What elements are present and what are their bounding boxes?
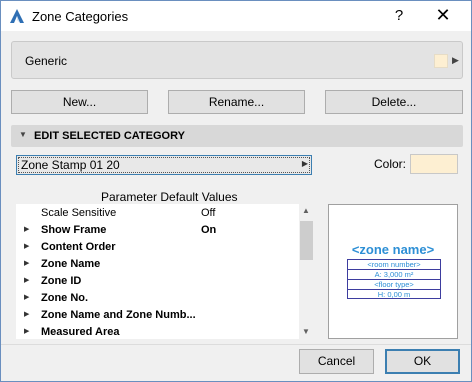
scroll-thumb[interactable]: [300, 221, 313, 260]
param-row-scale-sensitive[interactable]: Scale Sensitive Off: [16, 205, 298, 222]
expand-arrow-icon[interactable]: ▶: [24, 327, 29, 335]
preview-floor-type: <floor type>: [348, 280, 440, 290]
color-picker[interactable]: [410, 154, 458, 174]
zone-stamp-preview: <zone name> <room number> A: 3,000 m² <f…: [328, 204, 458, 339]
category-selector[interactable]: Generic ▶: [11, 41, 463, 79]
preview-area: A: 3,000 m²: [348, 270, 440, 280]
param-value[interactable]: On: [201, 224, 216, 236]
param-name: Zone ID: [41, 275, 82, 287]
chevron-right-icon: ▶: [301, 159, 308, 168]
param-name: Measured Area: [41, 326, 120, 338]
expand-arrow-icon[interactable]: ▶: [24, 276, 29, 284]
param-row-content-order[interactable]: ▶ Content Order: [16, 239, 298, 256]
dialog-title: Zone Categories: [32, 9, 129, 24]
help-button[interactable]: ?: [389, 7, 409, 24]
section-title: EDIT SELECTED CATEGORY: [34, 130, 185, 142]
expand-arrow-icon[interactable]: ▶: [24, 242, 29, 250]
cancel-button[interactable]: Cancel: [299, 349, 374, 374]
title-bar: Zone Categories ? ✕: [1, 1, 471, 31]
parameter-default-values-label: Parameter Default Values: [101, 190, 238, 204]
expand-arrow-icon[interactable]: ▶: [24, 259, 29, 267]
preview-room-number: <room number>: [348, 260, 440, 270]
param-row-show-frame[interactable]: ▶ Show Frame On: [16, 222, 298, 239]
archicad-logo-icon: [10, 9, 24, 23]
new-button[interactable]: New...: [11, 90, 148, 114]
expand-arrow-icon[interactable]: ▶: [24, 310, 29, 318]
parameter-list: Scale Sensitive Off ▶ Show Frame On ▶ Co…: [16, 204, 314, 339]
close-button[interactable]: ✕: [433, 5, 453, 26]
param-row-zone-name[interactable]: ▶ Zone Name: [16, 256, 298, 273]
rename-button[interactable]: Rename...: [168, 90, 305, 114]
param-name: Zone Name and Zone Numb...: [41, 309, 196, 321]
param-name: Scale Sensitive: [41, 207, 117, 219]
param-row-zone-name-and-number[interactable]: ▶ Zone Name and Zone Numb...: [16, 307, 298, 324]
zone-categories-dialog: Zone Categories ? ✕ Generic ▶ New... Ren…: [0, 0, 472, 382]
param-name: Zone Name: [41, 258, 101, 270]
param-row-measured-area[interactable]: ▶ Measured Area: [16, 324, 298, 339]
category-name: Generic: [25, 54, 68, 68]
scroll-down-arrow-icon[interactable]: ▼: [302, 327, 310, 336]
param-name: Content Order: [41, 241, 116, 253]
zone-stamp-selector[interactable]: Zone Stamp 01 20 ▶: [16, 155, 312, 175]
param-value[interactable]: Off: [201, 207, 215, 219]
preview-zone-name: <zone name>: [351, 242, 435, 257]
footer-divider: [1, 344, 471, 345]
collapse-triangle-icon: ▼: [19, 130, 27, 139]
zone-stamp-name: Zone Stamp 01 20: [21, 158, 120, 172]
scroll-up-arrow-icon[interactable]: ▲: [302, 206, 310, 215]
ok-button[interactable]: OK: [385, 349, 460, 374]
param-name: Show Frame: [41, 224, 107, 236]
scrollbar[interactable]: ▲ ▼: [299, 204, 314, 339]
delete-button[interactable]: Delete...: [325, 90, 463, 114]
expand-arrow-icon[interactable]: ▶: [24, 225, 29, 233]
edit-category-section-header[interactable]: ▼ EDIT SELECTED CATEGORY: [11, 125, 463, 147]
color-label: Color:: [374, 157, 407, 171]
param-row-zone-no[interactable]: ▶ Zone No.: [16, 290, 298, 307]
preview-height: H: 0,00 m: [377, 290, 411, 299]
preview-stamp-box: <room number> A: 3,000 m² <floor type> H…: [347, 259, 441, 299]
expand-arrow-icon[interactable]: ▶: [24, 293, 29, 301]
chevron-right-icon: ▶: [452, 55, 459, 65]
param-name: Zone No.: [41, 292, 89, 304]
param-row-zone-id[interactable]: ▶ Zone ID: [16, 273, 298, 290]
category-color-swatch: [434, 54, 448, 68]
